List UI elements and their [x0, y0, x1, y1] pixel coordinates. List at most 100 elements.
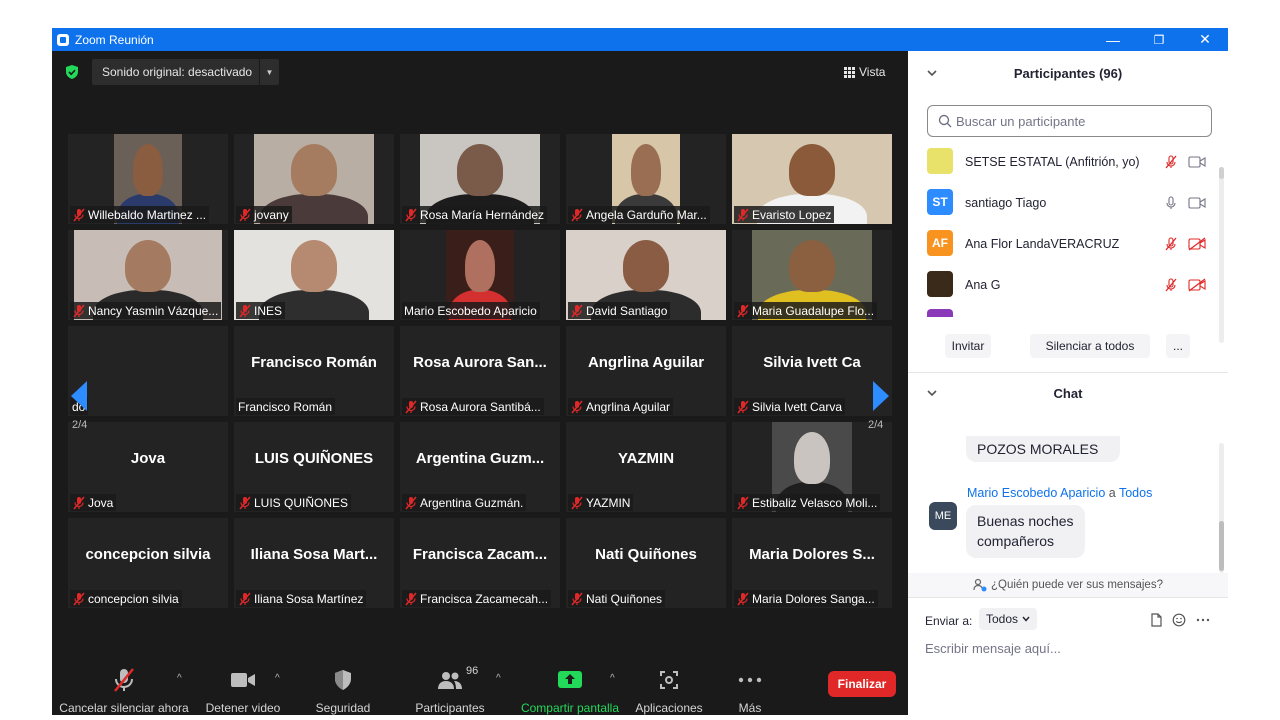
participant-tile[interactable]: Mario Escobedo Aparicio — [400, 230, 560, 320]
participant-tile[interactable]: Silvia Ivett Ca Silvia Ivett Carva — [732, 326, 892, 416]
participant-tile[interactable]: Rosa María Hernández — [400, 134, 560, 224]
participant-name-label: Maria Dolores Sanga... — [752, 591, 875, 606]
more-button[interactable]: Más — [732, 637, 768, 715]
participant-tile[interactable]: Nati Quiñones Nati Quiñones — [566, 518, 726, 608]
microphone-muted-icon[interactable] — [1164, 154, 1178, 169]
muted-mic-icon — [405, 592, 417, 605]
video-off-icon[interactable] — [1188, 277, 1206, 292]
muted-mic-icon — [571, 304, 583, 317]
participants-options-caret-icon[interactable]: ^ — [496, 673, 501, 684]
file-icon[interactable] — [1149, 613, 1163, 627]
sender-name[interactable]: Mario Escobedo Aparicio — [967, 486, 1105, 500]
participant-tile[interactable]: YAZMIN YAZMIN — [566, 422, 726, 512]
share-screen-icon — [558, 671, 582, 688]
minimize-button[interactable]: — — [1090, 28, 1136, 51]
participant-name-plate: YAZMIN — [568, 494, 634, 511]
view-button[interactable]: Vista — [844, 59, 902, 85]
chevron-down-icon[interactable]: ▼ — [259, 59, 279, 85]
end-meeting-button[interactable]: Finalizar — [828, 671, 896, 697]
video-off-icon[interactable] — [1188, 236, 1206, 251]
participant-list-scroll-track[interactable] — [1219, 167, 1224, 343]
chat-message-input[interactable]: Escribir mensaje aquí... — [925, 641, 1061, 656]
participant-tile[interactable]: Argentina Guzm... Argentina Guzmán. — [400, 422, 560, 512]
participant-name-plate: Jova — [70, 494, 117, 511]
microphone-icon[interactable] — [1164, 195, 1178, 210]
participant-tile[interactable]: Evaristo Lopez — [732, 134, 892, 224]
muted-mic-icon — [571, 208, 583, 221]
page-indicator-right: 2/4 — [868, 419, 884, 431]
mute-all-button[interactable]: Silenciar a todos — [1030, 334, 1150, 358]
chat-collapse-chevron-icon[interactable] — [926, 387, 938, 399]
participant-name-plate: Maria Guadalupe Flo... — [734, 302, 878, 319]
participant-display-name: Iliana Sosa Mart... — [250, 545, 378, 563]
participant-tile[interactable]: LUIS QUIÑONES LUIS QUIÑONES — [234, 422, 394, 512]
side-panel: Participantes (96) Buscar un participant… — [908, 51, 1228, 692]
participant-tile[interactable]: INES — [234, 230, 394, 320]
apps-button[interactable]: Aplicaciones — [632, 637, 706, 715]
share-screen-button[interactable]: Compartir pantalla — [518, 637, 622, 715]
participant-avatar — [927, 148, 953, 174]
close-button[interactable]: ✕ — [1182, 28, 1228, 51]
emoji-icon[interactable] — [1172, 613, 1186, 627]
participant-tile[interactable]: Angela Garduño Mar... — [566, 134, 726, 224]
encryption-shield-icon[interactable] — [64, 64, 80, 80]
stop-video-button[interactable]: Detener video — [202, 637, 284, 715]
participants-more-button[interactable]: ... — [1166, 334, 1190, 358]
participants-button[interactable]: 96 Participantes — [410, 637, 490, 715]
participant-face — [291, 144, 337, 196]
participant-name: santiago Tiago — [965, 195, 1047, 210]
prev-page-arrow-icon[interactable] — [69, 379, 89, 413]
participant-tile[interactable]: David Santiago — [566, 230, 726, 320]
participant-row[interactable]: ST santiago Tiago — [908, 182, 1218, 223]
microphone-muted-icon[interactable] — [1164, 277, 1178, 292]
participant-tile[interactable]: Willebaldo Martinez ... — [68, 134, 228, 224]
participant-display-name: Rosa Aurora San... — [413, 353, 547, 371]
original-sound-button[interactable]: Sonido original: desactivado ▼ — [92, 59, 279, 85]
participants-icon — [438, 672, 462, 689]
recipient-name: Todos — [1118, 486, 1153, 500]
participant-search-input[interactable]: Buscar un participante — [927, 105, 1212, 137]
participant-name-label: INES — [254, 303, 283, 318]
chat-scrollbar[interactable] — [1219, 521, 1224, 571]
participant-tile[interactable]: Nancy Yasmin Vázque... — [68, 230, 228, 320]
who-can-see-messages[interactable]: ¿Quién puede ver sus mensajes? — [908, 573, 1228, 597]
participant-avatar — [927, 271, 953, 297]
participant-tile[interactable]: Francisco Román Francisco Román — [234, 326, 394, 416]
security-button[interactable]: Seguridad — [312, 637, 374, 715]
participant-tile[interactable]: Maria Dolores S... Maria Dolores Sanga... — [732, 518, 892, 608]
participant-tile[interactable]: Francisca Zacam... Francisca Zacamecah... — [400, 518, 560, 608]
participant-tile[interactable]: do — [68, 326, 228, 416]
participant-tile[interactable]: Maria Guadalupe Flo... — [732, 230, 892, 320]
audio-options-caret-icon[interactable]: ^ — [177, 673, 182, 684]
participant-tile[interactable]: Rosa Aurora San... Rosa Aurora Santibá... — [400, 326, 560, 416]
participant-row[interactable]: SETSE ESTATAL (Anfitrión, yo) — [908, 141, 1218, 182]
participant-tile[interactable]: Estibaliz Velasco Moli... — [732, 422, 892, 512]
participant-tile[interactable]: Jova Jova — [68, 422, 228, 512]
microphone-muted-icon[interactable] — [1164, 236, 1178, 251]
video-camera-icon — [231, 673, 255, 687]
participant-list-scrollbar[interactable] — [1219, 167, 1224, 179]
next-page-arrow-icon[interactable] — [871, 379, 891, 413]
participant-name-label: Nancy Yasmin Vázque... — [88, 303, 219, 318]
participant-name-plate: Silvia Ivett Carva — [734, 398, 846, 415]
invite-button[interactable]: Invitar — [945, 334, 991, 358]
video-camera-icon[interactable] — [1188, 196, 1206, 210]
muted-mic-icon — [239, 496, 251, 509]
chat-more-icon[interactable] — [1196, 613, 1210, 627]
participant-tile[interactable]: Angrlina Aguilar Angrlina Aguilar — [566, 326, 726, 416]
participant-name-plate: Rosa María Hernández — [402, 206, 548, 223]
send-to-dropdown[interactable]: Todos — [979, 608, 1037, 630]
video-camera-icon[interactable] — [1188, 155, 1206, 169]
video-options-caret-icon[interactable]: ^ — [275, 673, 280, 684]
participant-name-label: Silvia Ivett Carva — [752, 399, 843, 414]
participant-row[interactable]: Ana G — [908, 264, 1218, 305]
participant-row[interactable]: AF Ana Flor LandaVERACRUZ — [908, 223, 1218, 264]
participant-tile[interactable]: Iliana Sosa Mart... Iliana Sosa Martínez — [234, 518, 394, 608]
participant-tile[interactable]: concepcion silvia concepcion silvia — [68, 518, 228, 608]
collapse-chevron-icon[interactable] — [926, 67, 938, 79]
share-options-caret-icon[interactable]: ^ — [610, 673, 615, 684]
participant-name-plate: LUIS QUIÑONES — [236, 494, 352, 511]
participant-tile[interactable]: jovany — [234, 134, 394, 224]
restore-button[interactable]: ❐ — [1136, 28, 1182, 51]
unmute-button[interactable]: Cancelar silenciar ahora — [59, 637, 189, 715]
